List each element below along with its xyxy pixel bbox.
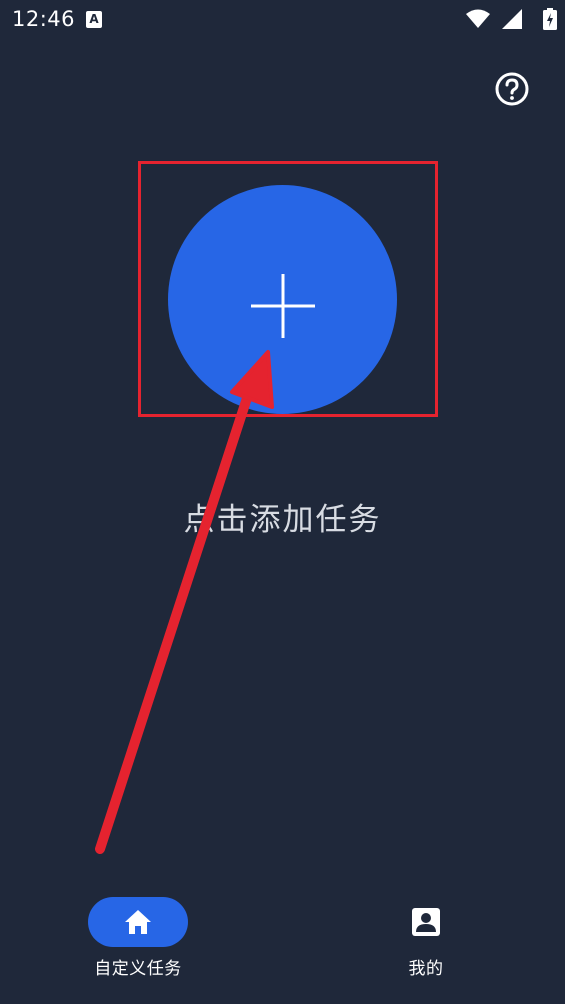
wifi-icon [466, 9, 490, 28]
home-icon [125, 910, 151, 934]
nav-item-mine[interactable]: 我的 [356, 897, 496, 987]
signal-icon [502, 9, 522, 29]
plus-icon [251, 274, 315, 338]
nav-label-mine: 我的 [408, 959, 444, 979]
status-time: 12:46 [12, 7, 76, 31]
bottom-nav: 自定义任务 我的 [0, 880, 565, 1004]
nav-item-custom-tasks[interactable]: 自定义任务 [68, 897, 208, 987]
nav-label-custom-tasks: 自定义任务 [94, 959, 182, 979]
status-bar: 12:46 A [0, 0, 565, 40]
profile-icon [412, 908, 440, 936]
app-notification-icon: A [86, 11, 102, 28]
help-circle-icon [495, 72, 529, 106]
battery-icon [543, 8, 557, 30]
add-task-button[interactable] [168, 185, 397, 414]
add-task-hint: 点击添加任务 [183, 502, 382, 538]
help-button[interactable] [494, 71, 530, 107]
